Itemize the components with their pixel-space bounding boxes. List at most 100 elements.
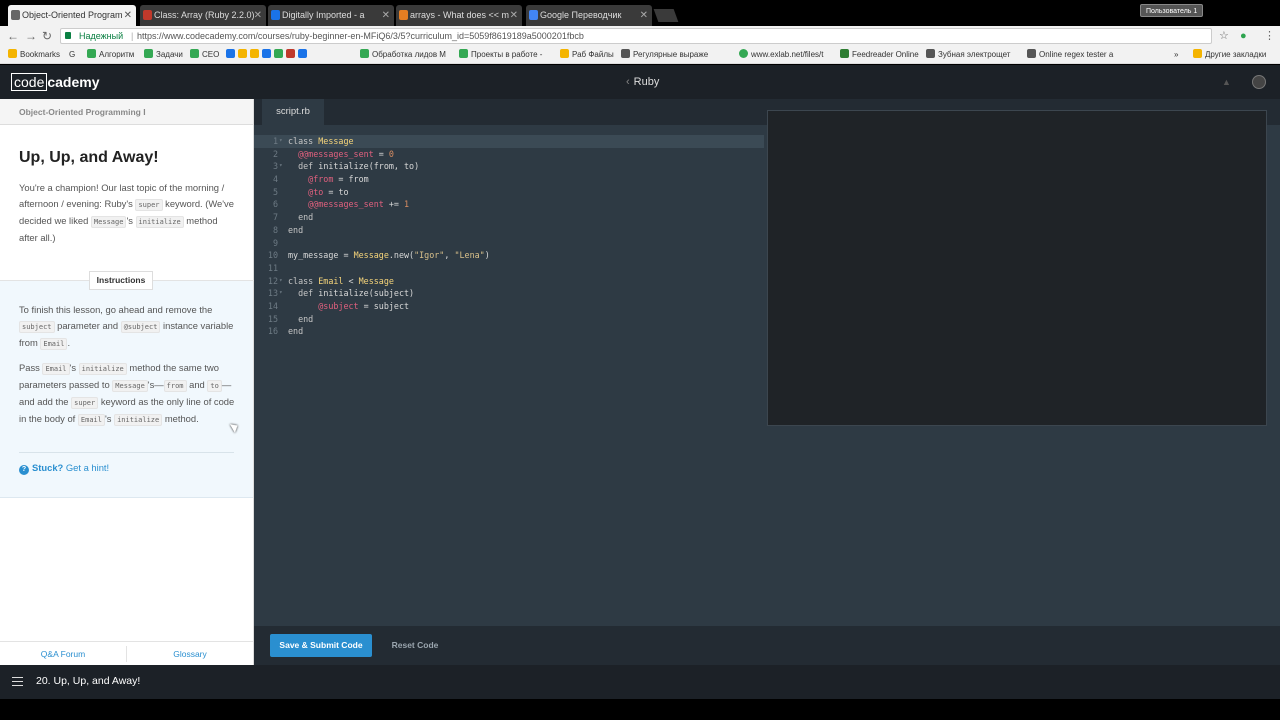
close-icon[interactable]: ✕: [254, 5, 262, 26]
separator: |: [131, 31, 134, 41]
line-number: 11: [267, 262, 278, 273]
bookmark-item[interactable]: Раб Файлы: [560, 46, 614, 64]
bookmark-icons-group[interactable]: [226, 46, 310, 64]
app-icon: [226, 49, 235, 58]
code-line[interactable]: 13 ▾ def initialize(subject): [254, 287, 764, 300]
other-bookmarks[interactable]: Другие закладки: [1193, 46, 1266, 64]
app-icon: [1027, 49, 1036, 58]
code-text: end: [288, 326, 304, 337]
bookmark-item[interactable]: G: [69, 46, 75, 64]
code-line[interactable]: 5 @to = to: [254, 186, 764, 199]
browser-tab-title: Object-Oriented Program: [22, 10, 123, 20]
app-header: code cademy ‹ Ruby ▲: [0, 65, 1280, 99]
lock-icon: [65, 32, 71, 39]
breadcrumb[interactable]: ‹ Ruby: [626, 75, 659, 89]
browser-tab-0[interactable]: Object-Oriented Program ✕: [8, 5, 136, 26]
browser-tab-2[interactable]: Digitally Imported - a ✕: [268, 5, 394, 26]
reload-icon[interactable]: ↻: [42, 28, 52, 44]
close-icon[interactable]: ✕: [124, 5, 132, 26]
close-icon[interactable]: ✕: [510, 5, 518, 26]
line-number: 9: [272, 237, 278, 248]
glossary-link[interactable]: Glossary: [127, 642, 253, 666]
hamburger-icon[interactable]: [12, 677, 23, 686]
browser-tab-title: Digitally Imported - a: [282, 10, 365, 20]
forward-icon[interactable]: →: [25, 28, 37, 44]
code-line[interactable]: 1 ▾ class Message: [254, 135, 764, 148]
close-icon[interactable]: ✕: [640, 5, 648, 26]
code-text: @from = from: [308, 174, 369, 185]
line-number: 6: [272, 199, 278, 210]
code-line[interactable]: 10 my_message = Message.new("Igor", "Lena…: [254, 249, 764, 262]
hint-link[interactable]: ? Stuck? Get a hint!: [19, 462, 109, 475]
bookmark-item[interactable]: Bookmarks: [8, 46, 60, 64]
code-line[interactable]: 4 @from = from: [254, 173, 764, 186]
stackoverflow-icon: [399, 10, 408, 20]
bookmark-item[interactable]: Проекты в работе -: [459, 46, 542, 64]
code-line[interactable]: 15 end: [254, 313, 764, 326]
back-icon[interactable]: ←: [7, 28, 19, 44]
code-line[interactable]: 11: [254, 262, 764, 275]
tab-script-rb[interactable]: script.rb: [262, 99, 324, 125]
code-line[interactable]: 16 end: [254, 325, 764, 338]
code-line[interactable]: 14 @subject = subject: [254, 300, 764, 313]
star-icon[interactable]: ☆: [1219, 28, 1229, 44]
reset-button[interactable]: Reset Code: [384, 634, 446, 657]
url-input[interactable]: Надежный | https://www.codecademy.com/co…: [60, 28, 1212, 44]
app-icon: [250, 49, 259, 58]
sheet-icon: [87, 49, 96, 58]
line-number: 7: [272, 212, 278, 223]
browser-tab-title: Class: Array (Ruby 2.2.0): [154, 10, 255, 20]
menu-icon[interactable]: ⋮: [1264, 28, 1275, 44]
fold-arrow-icon[interactable]: ▾: [279, 275, 283, 288]
line-number: 10: [267, 250, 278, 261]
divider: [19, 452, 234, 453]
app-icon: [621, 49, 630, 58]
profile-button[interactable]: Пользователь 1: [1140, 4, 1204, 17]
extension-icon[interactable]: ●: [1240, 28, 1247, 44]
bookmark-item[interactable]: Регулярные выраже: [621, 46, 708, 64]
bookmark-item[interactable]: Feedreader Online: [840, 46, 919, 64]
app-icon: [298, 49, 307, 58]
code-line[interactable]: 7 end: [254, 211, 764, 224]
more-bookmarks-icon[interactable]: »: [1174, 46, 1178, 64]
new-tab-button[interactable]: [653, 9, 679, 22]
code-line[interactable]: 12 ▾ class Email < Message: [254, 275, 764, 288]
code-line[interactable]: 3 ▾ def initialize(from, to): [254, 160, 764, 173]
url-text: https://www.codecademy.com/courses/ruby-…: [137, 31, 584, 41]
codecademy-logo[interactable]: code cademy: [11, 73, 100, 91]
submit-button[interactable]: Save & Submit Code: [270, 634, 372, 657]
line-number: 2: [272, 148, 278, 159]
code-line[interactable]: 9: [254, 237, 764, 250]
bookmark-item[interactable]: Обработка лидов М: [360, 46, 446, 64]
bookmark-item[interactable]: Задачи: [144, 46, 183, 64]
close-icon[interactable]: ✕: [382, 5, 390, 26]
lesson-panel: Object-Oriented Programming I Up, Up, an…: [0, 99, 254, 665]
code-text: class Email < Message: [288, 275, 394, 286]
bookmark-item[interactable]: Зубная электрощет: [926, 46, 1010, 64]
line-number: 1: [272, 136, 278, 146]
fold-arrow-icon[interactable]: ▾: [279, 135, 283, 148]
qa-forum-link[interactable]: Q&A Forum: [0, 642, 126, 666]
code-editor[interactable]: 1 ▾ class Message 2 @@messages_sent = 0 3 ▾ d…: [254, 135, 764, 338]
browser-tab-4[interactable]: Google Переводчик ✕: [526, 5, 652, 26]
folder-icon: [1193, 49, 1202, 58]
browser-tab-1[interactable]: Class: Array (Ruby 2.2.0) ✕: [140, 5, 266, 26]
browser-tab-3[interactable]: arrays - What does << m ✕: [396, 5, 522, 26]
fold-arrow-icon[interactable]: ▾: [279, 287, 283, 300]
bookmark-item[interactable]: www.exlab.net/files/t: [739, 46, 823, 64]
bell-icon[interactable]: ▲: [1222, 77, 1232, 87]
lesson-intro: You're a champion! Our last topic of the…: [19, 182, 234, 243]
bookmark-item[interactable]: Алгоритм: [87, 46, 134, 64]
tab-instructions[interactable]: Instructions: [89, 271, 153, 290]
avatar[interactable]: [1252, 75, 1266, 89]
code-line[interactable]: 6 @@messages_sent += 1: [254, 198, 764, 211]
current-lesson-title[interactable]: 20. Up, Up, and Away!: [36, 675, 140, 687]
code-line[interactable]: 2 @@messages_sent = 0: [254, 148, 764, 161]
fold-arrow-icon[interactable]: ▾: [279, 160, 283, 173]
line-number: 13: [267, 288, 278, 299]
code-line[interactable]: 8 end: [254, 224, 764, 237]
output-panel: [767, 110, 1267, 426]
bookmark-item[interactable]: Online regex tester a: [1027, 46, 1113, 64]
bookmark-item[interactable]: CEO: [190, 46, 219, 64]
sheet-icon: [144, 49, 153, 58]
